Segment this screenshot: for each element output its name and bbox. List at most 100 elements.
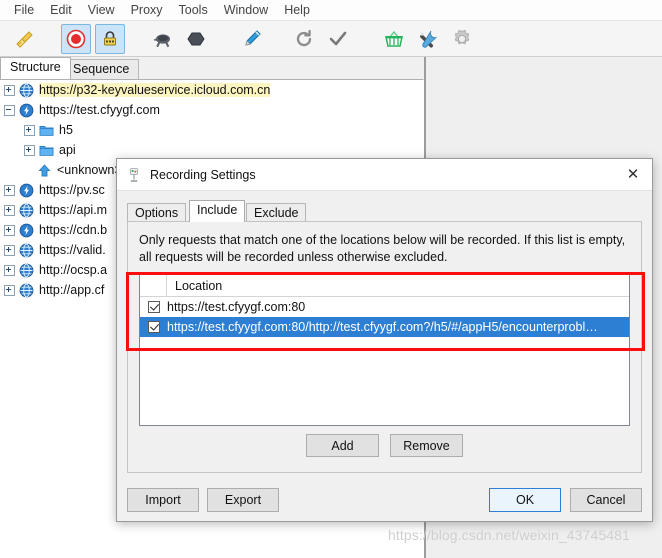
pen-icon [241, 28, 263, 50]
tab-sequence[interactable]: Sequence [63, 59, 140, 79]
include-description: Only requests that match one of the loca… [139, 233, 626, 264]
locations-list[interactable]: Location https://test.cfyygf.com:80 http… [139, 274, 630, 426]
location-cell: https://test.cfyygf.com:80 [167, 300, 306, 314]
footer-left-buttons: Import Export [127, 488, 279, 512]
globe-icon [19, 263, 34, 278]
menu-item-view[interactable]: View [80, 1, 123, 19]
tree-item-test-cfyygf[interactable]: https://test.cfyygf.com [0, 100, 423, 120]
dialog-title: Recording Settings [150, 167, 256, 182]
view-tab-strip: Structure Sequence [0, 57, 425, 79]
ssl-proxy-button[interactable] [95, 23, 125, 54]
menu-item-file[interactable]: File [6, 1, 42, 19]
tree-item-label: http://ocsp.a [39, 263, 108, 277]
tab-structure[interactable]: Structure [0, 57, 71, 79]
location-cell: https://test.cfyygf.com:80/http://test.c… [167, 320, 598, 334]
lightning-icon [19, 223, 34, 238]
menu-item-edit[interactable]: Edit [42, 1, 80, 19]
expand-toggle-icon[interactable] [4, 264, 15, 276]
checkmark-icon [327, 28, 349, 50]
validate-button[interactable] [323, 24, 353, 54]
list-header: Location [140, 275, 629, 297]
hexagon-icon [186, 29, 206, 49]
tree-item-label: https://valid. [39, 243, 106, 257]
dialog-tab-strip: Options Include Exclude [127, 200, 642, 222]
globe-icon [19, 243, 34, 258]
menu-item-help[interactable]: Help [276, 1, 318, 19]
ok-button[interactable]: OK [489, 488, 561, 512]
include-tab-panel: Only requests that match one of the loca… [127, 221, 642, 473]
compose-button[interactable] [237, 24, 267, 54]
close-icon[interactable]: ✕ [618, 160, 648, 190]
expand-toggle-icon[interactable] [4, 224, 15, 236]
toolbar [0, 21, 662, 57]
folder-icon [39, 143, 54, 158]
expand-toggle-icon[interactable] [4, 204, 15, 216]
tab-exclude[interactable]: Exclude [246, 203, 307, 222]
charles-proxy-window: File Edit View Proxy Tools Window Help S… [0, 0, 662, 558]
charles-app-icon [126, 167, 142, 183]
record-icon [66, 29, 86, 49]
tree-item-label: <unknown> [57, 163, 122, 177]
tree-item-label: api [59, 143, 76, 157]
tree-item-h5[interactable]: h5 [0, 120, 423, 140]
menu-item-tools[interactable]: Tools [171, 1, 216, 19]
clear-button[interactable] [9, 24, 39, 54]
expand-toggle-icon[interactable] [24, 124, 35, 136]
cancel-button[interactable]: Cancel [570, 488, 642, 512]
preferences-button[interactable] [447, 24, 477, 54]
dialog-title-bar[interactable]: Recording Settings ✕ [117, 159, 652, 191]
table-row[interactable]: https://test.cfyygf.com:80 [140, 297, 629, 317]
folder-icon [39, 123, 54, 138]
row-checkbox-cell[interactable] [140, 301, 167, 313]
table-row[interactable]: https://test.cfyygf.com:80/http://test.c… [140, 317, 629, 337]
refresh-icon [293, 28, 315, 50]
collapse-toggle-icon[interactable] [4, 104, 15, 116]
lightning-icon [19, 183, 34, 198]
expand-toggle-icon[interactable] [4, 244, 15, 256]
location-column-header: Location [175, 278, 223, 293]
expand-toggle-icon[interactable] [4, 184, 15, 196]
expand-toggle-icon[interactable] [4, 284, 15, 296]
clear-icon [13, 28, 35, 50]
checkbox-icon[interactable] [147, 301, 160, 313]
tree-item-label: http://app.cf [39, 283, 105, 297]
record-button[interactable] [61, 23, 91, 54]
dialog-body: Options Include Exclude Only requests th… [117, 191, 652, 522]
settings-tools-button[interactable] [413, 24, 443, 54]
tree-item-label: https://test.cfyygf.com [39, 103, 160, 117]
globe-icon [19, 83, 34, 98]
up-arrow-icon [37, 163, 52, 178]
tab-options[interactable]: Options [127, 203, 187, 222]
footer-right-buttons: OK Cancel [489, 488, 642, 512]
ssl-proxy-icon [100, 29, 120, 49]
throttle-button[interactable] [147, 24, 177, 54]
export-button[interactable]: Export [207, 488, 279, 512]
globe-icon [19, 283, 34, 298]
repeat-button[interactable] [289, 24, 319, 54]
add-button[interactable]: Add [306, 434, 379, 457]
tree-item-icloud[interactable]: https://p32-keyvalueservice.icloud.com.c… [0, 80, 423, 100]
row-checkbox-cell[interactable] [140, 321, 167, 333]
menu-item-window[interactable]: Window [216, 1, 276, 19]
remove-button[interactable]: Remove [390, 434, 463, 457]
menu-item-proxy[interactable]: Proxy [123, 1, 171, 19]
tree-item-label: https://p32-keyvalueservice.icloud.com.c… [39, 83, 271, 97]
watermark-text: https://blog.csdn.net/weixin_43745481 [388, 527, 630, 543]
expand-toggle-icon[interactable] [24, 144, 35, 156]
checkbox-icon[interactable] [147, 321, 160, 333]
expand-toggle-icon[interactable] [4, 84, 15, 96]
wrench-screwdriver-icon [417, 28, 439, 50]
tab-include[interactable]: Include [189, 200, 246, 222]
tree-item-label: https://api.m [39, 203, 108, 217]
lightning-icon [19, 103, 34, 118]
import-button[interactable]: Import [127, 488, 199, 512]
tools-basket-button[interactable] [379, 24, 409, 54]
dialog-footer: Import Export OK Cancel [127, 488, 642, 512]
breakpoints-button[interactable] [181, 24, 211, 54]
recording-settings-dialog: Recording Settings ✕ Options Include Exc… [116, 158, 653, 522]
tree-item-label: h5 [59, 123, 73, 137]
gear-icon [451, 28, 473, 50]
checkbox-column-header [140, 275, 167, 297]
tree-item-api[interactable]: api [0, 140, 423, 160]
tree-item-label: https://cdn.b [39, 223, 108, 237]
